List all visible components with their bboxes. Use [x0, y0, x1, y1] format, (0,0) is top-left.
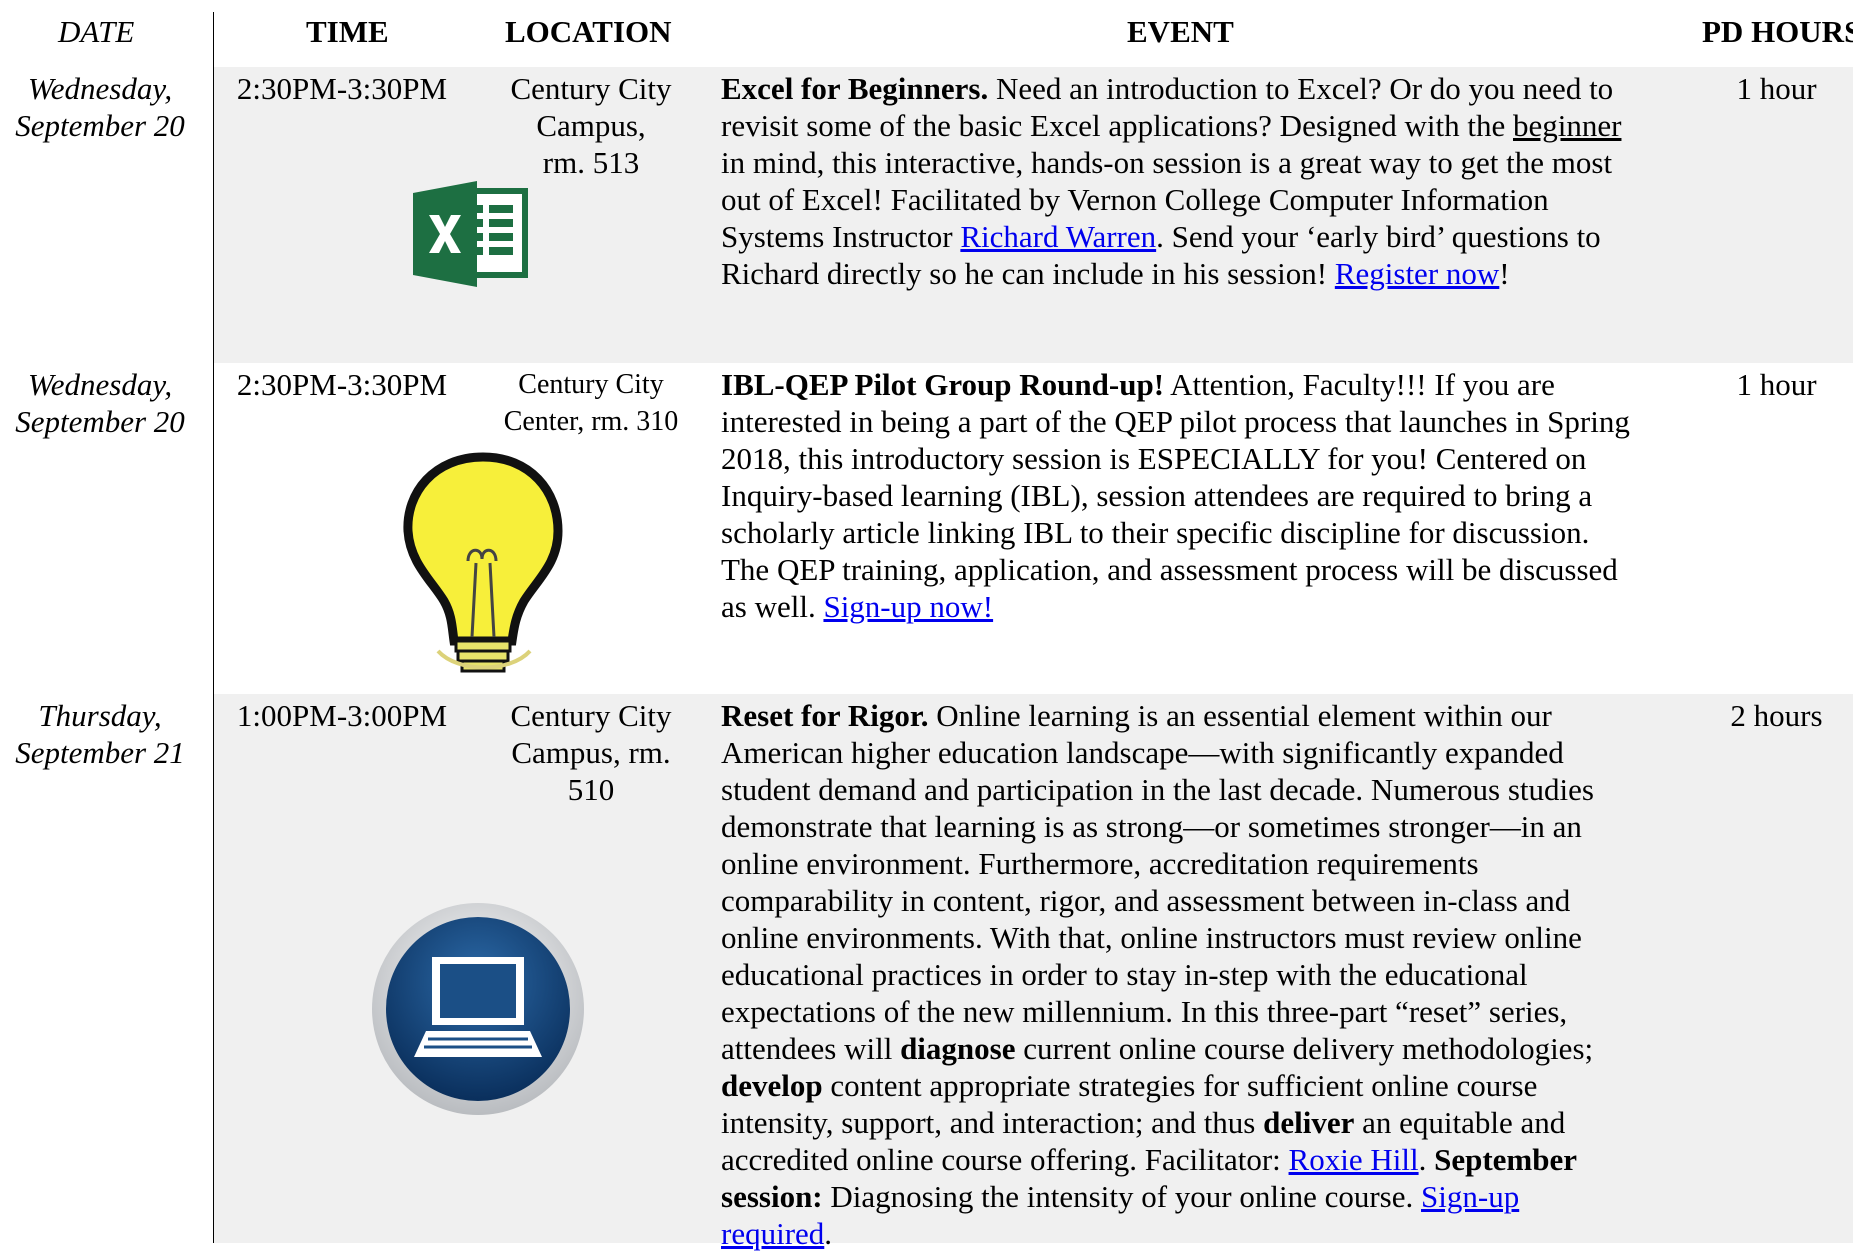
signup-link[interactable]: Sign-up now! — [823, 589, 993, 624]
schedule-page: DATE TIME LOCATION EVENT PD HOURS Wednes… — [0, 0, 1853, 1251]
header-time: TIME — [306, 14, 389, 49]
location-line: Campus, rm. — [511, 735, 671, 770]
event-text: ! — [1499, 256, 1510, 291]
event-description: Reset for Rigor. Online learning is an e… — [721, 697, 1636, 1252]
event-title: IBL-QEP Pilot Group Round-up! — [721, 367, 1165, 402]
instructor-link[interactable]: Richard Warren — [960, 219, 1156, 254]
event-time: 2:30PM-3:30PM — [236, 367, 448, 402]
date-day: September 20 — [15, 404, 185, 439]
event-title: Reset for Rigor. — [721, 698, 929, 733]
location-line: Century City — [510, 698, 672, 733]
event-text: . — [1418, 1142, 1435, 1177]
register-link[interactable]: Register now — [1335, 256, 1499, 291]
event-description: Excel for Beginners. Need an introductio… — [721, 70, 1636, 292]
event-location: Century City Center, rm. 310 — [470, 366, 712, 440]
laptop-icon — [372, 903, 584, 1115]
date-weekday: Wednesday, — [27, 71, 173, 106]
event-hours: 1 hour — [1736, 71, 1817, 106]
event-text: current online course delivery methodolo… — [1015, 1031, 1594, 1066]
header-location: LOCATION — [505, 14, 672, 49]
date-weekday: Wednesday, — [27, 367, 173, 402]
header-pd-hours: PD HOURS — [1702, 14, 1853, 49]
date-day: September 20 — [15, 108, 185, 143]
event-description: IBL-QEP Pilot Group Round-up! Attention,… — [721, 366, 1636, 625]
event-location: Century City Campus, rm. 510 — [470, 697, 712, 808]
event-row: Wednesday, September 20 2:30PM-3:30PM Ce… — [0, 67, 1853, 363]
event-date: Wednesday, September 20 — [0, 366, 200, 440]
event-row: Wednesday, September 20 2:30PM-3:30PM Ce… — [0, 363, 1853, 679]
location-line: Center, rm. 310 — [503, 406, 679, 437]
facilitator-link[interactable]: Roxie Hill — [1289, 1142, 1419, 1177]
location-line: Century City — [510, 71, 672, 106]
event-date: Wednesday, September 20 — [0, 70, 200, 144]
date-weekday: Thursday, — [38, 698, 162, 733]
event-hours: 2 hours — [1730, 698, 1823, 733]
event-hours: 1 hour — [1736, 367, 1817, 402]
location-line: 510 — [567, 772, 615, 807]
event-text: Diagnosing the intensity of your online … — [822, 1179, 1422, 1214]
header-event: EVENT — [1127, 14, 1234, 49]
event-location: Century City Campus, rm. 513 — [470, 70, 712, 181]
lightbulb-icon — [403, 452, 563, 673]
event-time: 1:00PM-3:00PM — [236, 698, 448, 733]
event-row: Thursday, September 21 1:00PM-3:00PM Cen… — [0, 694, 1853, 1251]
underlined-text: beginner — [1513, 108, 1622, 143]
event-time: 2:30PM-3:30PM — [236, 71, 448, 106]
date-day: September 21 — [15, 735, 185, 770]
bold-keyword: develop — [721, 1068, 823, 1103]
location-line: Campus, — [536, 108, 646, 143]
excel-logo-icon — [413, 181, 528, 287]
location-line: Century City — [518, 369, 664, 400]
location-line: rm. 513 — [542, 145, 640, 180]
event-text: Attention, Faculty!!! If you are interes… — [721, 367, 1630, 624]
bold-keyword: deliver — [1263, 1105, 1355, 1140]
event-date: Thursday, September 21 — [0, 697, 200, 771]
bold-keyword: diagnose — [900, 1031, 1016, 1066]
event-title: Excel for Beginners. — [721, 71, 989, 106]
header-date: DATE — [58, 14, 135, 49]
event-text: . — [824, 1216, 833, 1251]
event-text: Online learning is an essential element … — [721, 698, 1594, 1066]
